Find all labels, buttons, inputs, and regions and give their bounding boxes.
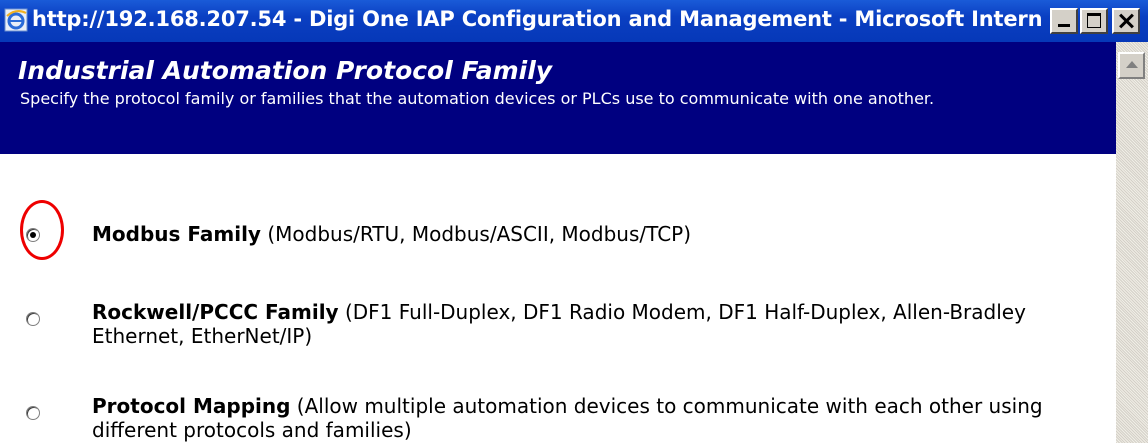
maximize-button[interactable]	[1080, 8, 1108, 34]
option-name: Modbus Family	[92, 222, 261, 246]
minimize-button[interactable]	[1050, 8, 1078, 34]
page-description: Specify the protocol family or families …	[20, 89, 935, 108]
window-title: http://192.168.207.54 - Digi One IAP Con…	[32, 7, 1042, 31]
ie-icon	[4, 8, 28, 32]
scroll-up-arrow-icon[interactable]	[1118, 52, 1145, 79]
rockwell-pccc-family-radio[interactable]	[26, 312, 40, 326]
option-name: Rockwell/PCCC Family	[92, 300, 339, 324]
modbus-family-radio[interactable]	[26, 228, 40, 242]
page-title: Industrial Automation Protocol Family	[18, 56, 553, 85]
rockwell-pccc-family-label: Rockwell/PCCC Family (DF1 Full-Duplex, D…	[92, 300, 1102, 348]
option-name: Protocol Mapping	[92, 394, 291, 418]
protocol-mapping-radio[interactable]	[26, 406, 40, 420]
page-header: Industrial Automation Protocol Family Sp…	[0, 42, 1116, 154]
close-button[interactable]	[1112, 8, 1140, 34]
modbus-family-label: Modbus Family (Modbus/RTU, Modbus/ASCII,…	[92, 222, 1102, 246]
vertical-scrollbar[interactable]	[1116, 42, 1148, 443]
protocol-mapping-label: Protocol Mapping (Allow multiple automat…	[92, 394, 1102, 442]
window-title-bar[interactable]: http://192.168.207.54 - Digi One IAP Con…	[0, 0, 1148, 42]
option-detail: (Modbus/RTU, Modbus/ASCII, Modbus/TCP)	[260, 222, 692, 246]
